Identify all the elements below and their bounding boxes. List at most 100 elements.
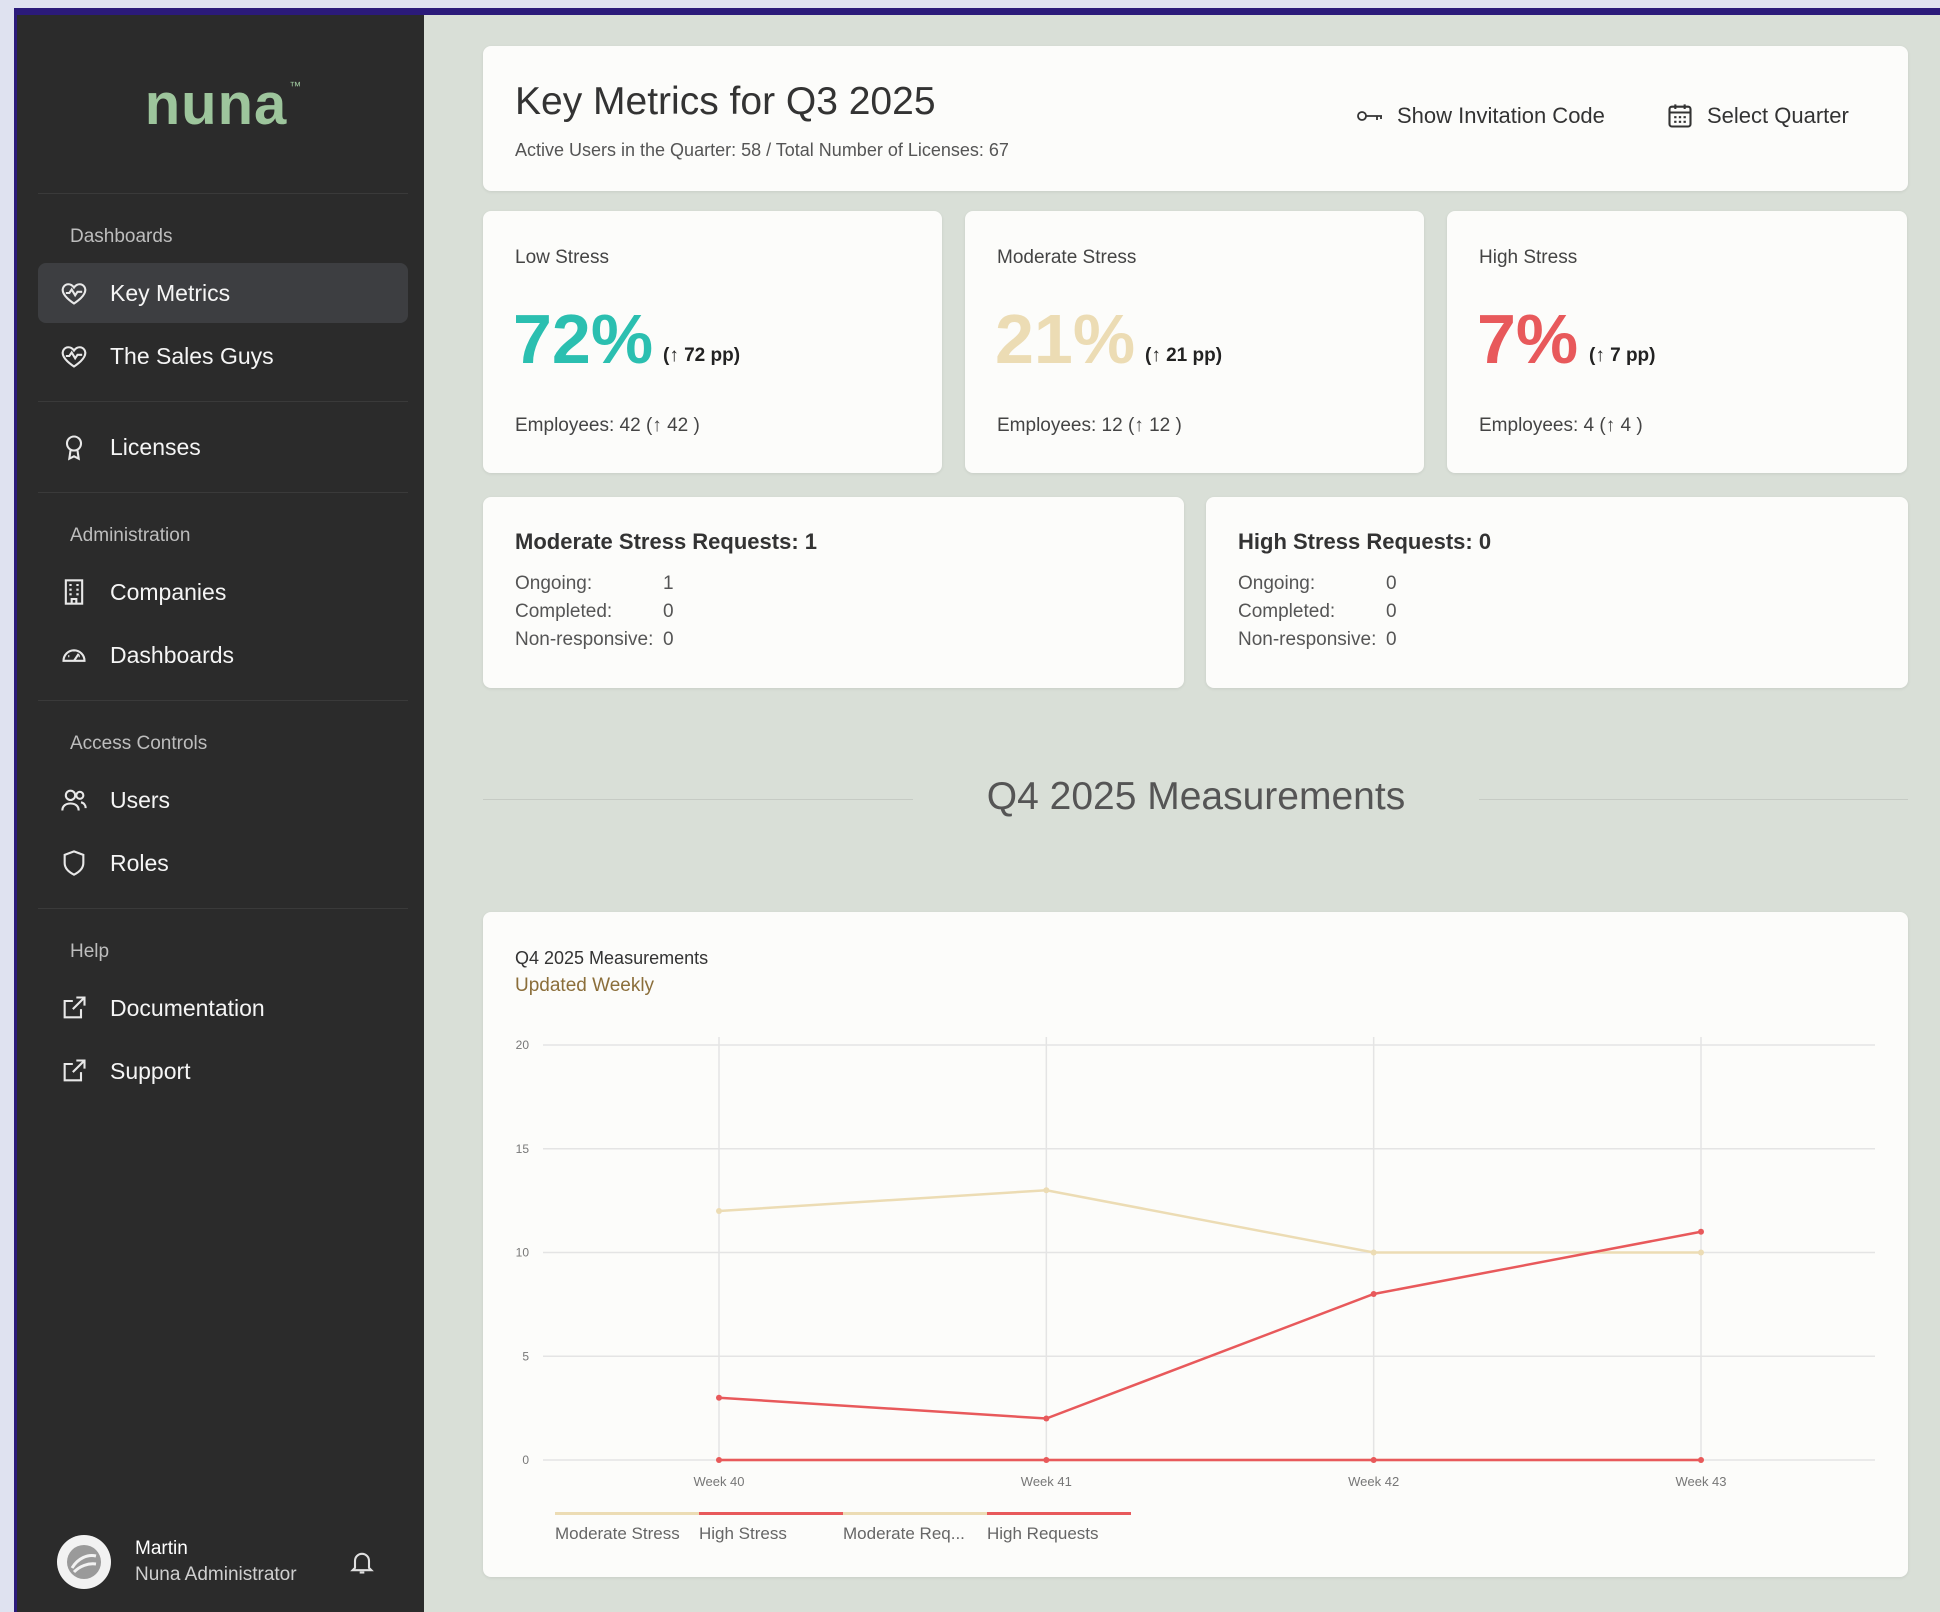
ongoing-label: Ongoing: [515,573,593,594]
stat-label: Low Stress [515,247,609,268]
logo[interactable]: nuna ™ [38,15,408,194]
heart-pulse-icon [58,340,90,372]
completed-value: 0 [663,601,674,622]
y-tick-label: 15 [516,1142,530,1156]
sidebar-item-roles[interactable]: Roles [38,833,408,893]
data-point [1370,1291,1377,1297]
legend-label: Moderate Stress [555,1524,680,1543]
sidebar-item-companies[interactable]: Companies [38,562,408,622]
data-point [1698,1249,1704,1256]
nav-section-title: Dashboards [70,226,173,247]
chart-card: Q4 2025 Measurements Updated Weekly 0 5 10… [483,912,1908,1577]
data-point [1370,1249,1377,1256]
series-line [718,1188,1701,1254]
stat-card-moderate-stress: Moderate Stress 21% (↑ 21 pp) Employees:… [965,211,1424,473]
x-tick-label: Week 41 [1021,1474,1072,1489]
app-window: nuna ™ Dashboards Key Metrics The Sales G… [14,8,1940,1612]
legend-item[interactable]: Moderate Req... [843,1512,987,1544]
nav-section-help: Help Documentation Support [38,909,408,1116]
stat-value: 7% [1477,300,1579,378]
stat-card-high-stress: High Stress 7% (↑ 7 pp) Employees: 4 (↑ … [1447,211,1907,473]
sidebar-item-label: Key Metrics [110,279,231,306]
sidebar-item-the-sales-guys[interactable]: The Sales Guys [38,326,408,386]
sidebar-item-label: Dashboards [110,641,235,668]
completed-row: Completed: 0 [515,601,674,623]
non-responsive-value: 0 [663,629,674,650]
gauge-icon [58,639,90,671]
legend-item[interactable]: High Stress [699,1512,843,1544]
data-point [1698,1457,1704,1463]
header-card: Key Metrics for Q3 2025 Active Users in … [483,46,1908,191]
completed-label: Completed: [1238,601,1336,622]
key-icon [1357,111,1382,121]
logo-text: nuna [144,71,288,137]
stat-employees: Employees: 4 (↑ 4 ) [1479,415,1643,436]
sidebar-item-documentation[interactable]: Documentation [38,978,408,1038]
data-point [1370,1457,1377,1463]
requests-title: Moderate Stress Requests: 1 [515,529,817,554]
series-line [718,1230,1702,1420]
completed-label: Completed: [515,601,613,622]
line-chart: 0 5 10 15 20 Week 40 Week 41 Week 42 Week 43 [516,1037,1875,1489]
non-responsive-label: Non-responsive: [515,629,654,650]
stat-value: 72% [513,300,654,378]
user-profile[interactable]: Martin Nuna Administrator [17,1512,424,1612]
non-responsive-label: Non-responsive: [1238,629,1377,650]
non-responsive-row: Non-responsive: 0 [515,629,674,651]
sidebar-item-label: Licenses [110,433,201,460]
stat-value: 21% [995,300,1136,378]
sidebar-item-label: Companies [110,578,227,605]
legend-item[interactable]: High Requests [987,1512,1131,1544]
x-tick-label: Week 40 [693,1474,744,1489]
sidebar-item-dashboards[interactable]: Dashboards [38,625,408,685]
show-invitation-code-button[interactable]: Show Invitation Code [1355,102,1605,130]
button-label: Select Quarter [1707,103,1849,128]
stat-card-low-stress: Low Stress 72% (↑ 72 pp) Employees: 42 (… [483,211,942,473]
ongoing-label: Ongoing: [1238,573,1316,594]
sidebar-item-key-metrics[interactable]: Key Metrics [38,263,408,323]
requests-title: High Stress Requests: 0 [1238,529,1492,554]
legend-swatch [987,1512,1131,1515]
nav-section-title: Help [70,941,110,962]
y-tick-label: 20 [516,1038,530,1052]
sidebar-item-users[interactable]: Users [38,770,408,830]
y-tick-label: 0 [522,1453,529,1467]
ongoing-value: 1 [663,573,674,594]
data-point [1043,1457,1050,1463]
non-responsive-value: 0 [1386,629,1397,650]
notification-bell-icon[interactable] [348,1548,378,1578]
legend-swatch [843,1512,987,1515]
stat-delta: (↑ 21 pp) [1145,345,1223,366]
data-point [1043,1187,1050,1194]
y-tick-label: 5 [522,1349,529,1363]
external-link-icon [58,1055,90,1087]
stat-label: Moderate Stress [997,247,1137,268]
page-subtitle: Active Users in the Quarter: 58 / Total … [515,140,1009,160]
stat-delta: (↑ 7 pp) [1589,345,1656,366]
select-quarter-button[interactable]: Select Quarter [1665,102,1849,130]
legend-label: Moderate Req... [843,1524,965,1543]
stat-employees: Employees: 12 (↑ 12 ) [997,415,1182,436]
sidebar-item-licenses[interactable]: Licenses [38,417,408,477]
nav-section-access-controls: Access Controls Users Roles [38,701,408,909]
avatar[interactable] [57,1535,111,1589]
legend-label: High Requests [987,1524,1099,1543]
building-icon [58,576,90,608]
non-responsive-row: Non-responsive: 0 [1238,629,1397,651]
high-stress-requests-card: High Stress Requests: 0 Ongoing: 0 Comple… [1206,497,1908,688]
ongoing-row: Ongoing: 1 [515,573,674,595]
data-point [1043,1415,1050,1422]
section-heading: Q4 2025 Measurements [986,775,1406,818]
sidebar-item-support[interactable]: Support [38,1041,408,1101]
sidebar-item-label: The Sales Guys [110,342,274,369]
nav-section-title: Administration [70,525,191,546]
ongoing-row: Ongoing: 0 [1238,573,1397,595]
sidebar-item-label: Roles [110,849,169,876]
heart-pulse-icon [58,277,90,309]
legend-swatch [699,1512,843,1515]
chart-legend: Moderate Stress High Stress Moderate Req..… [555,1512,1131,1544]
legend-item[interactable]: Moderate Stress [555,1512,699,1544]
moderate-stress-requests-card: Moderate Stress Requests: 1 Ongoing: 1 Co… [483,497,1184,688]
completed-row: Completed: 0 [1238,601,1397,623]
nav-section-dashboards: Dashboards Key Metrics The Sales Guys [38,194,408,402]
